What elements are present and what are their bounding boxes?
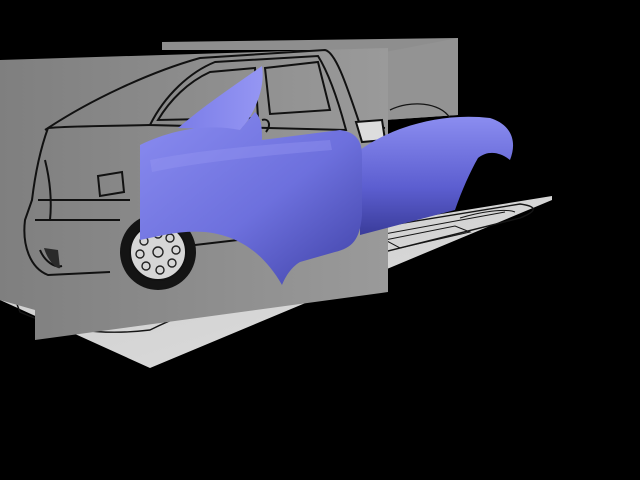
scene-canvas[interactable] [0, 0, 640, 480]
3d-viewport[interactable] [0, 0, 640, 480]
